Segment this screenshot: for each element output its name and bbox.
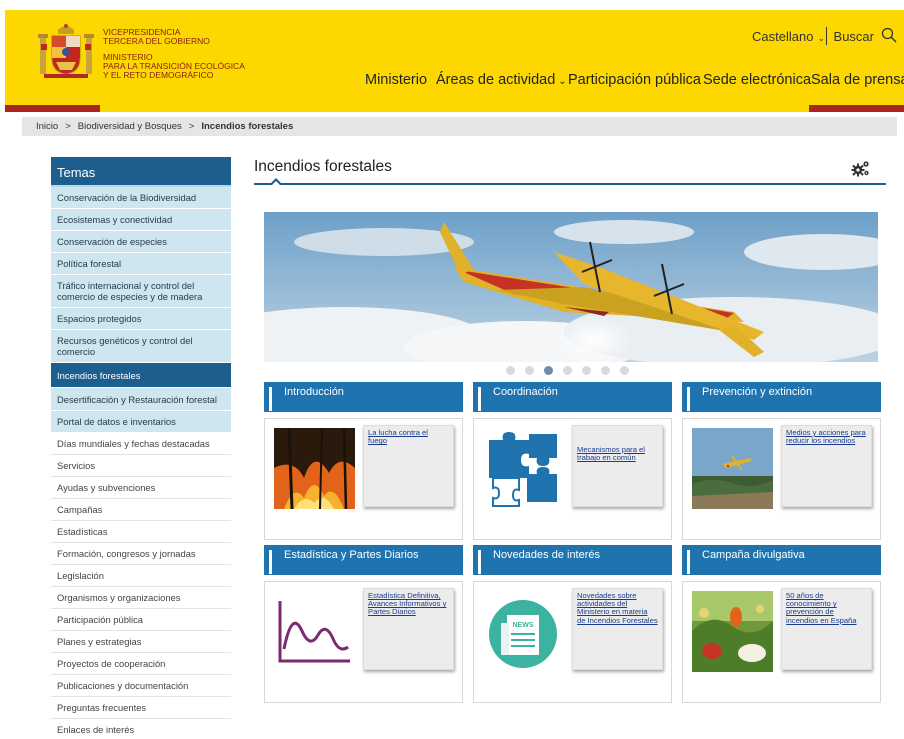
hero-carousel-image[interactable]	[264, 212, 878, 362]
search-icon[interactable]	[881, 27, 897, 43]
card-link[interactable]: Medios y acciones para reducir los incen…	[786, 428, 867, 445]
nav-areas-label: Áreas de actividad	[436, 72, 556, 88]
sidebar-item[interactable]: Conservación de especies	[51, 231, 231, 253]
sidebar-item[interactable]: Participación pública	[51, 609, 231, 631]
card-link[interactable]: Mecanismos para el trabajo en común	[577, 445, 658, 462]
breadcrumb: Inicio > Biodiversidad y Bosques > Incendios…	[22, 117, 897, 136]
search-link[interactable]: Buscar	[834, 29, 874, 44]
sidebar-item[interactable]: Enlaces de interés	[51, 719, 231, 739]
page-title: Incendios forestales	[254, 158, 392, 175]
card-note: La lucha contra el fuego	[363, 425, 454, 507]
sidebar-item[interactable]: Organismos y organizaciones	[51, 587, 231, 609]
sidebar-item[interactable]: Planes y estrategias	[51, 631, 231, 653]
news-icon[interactable]: NEWS	[483, 591, 564, 672]
puzzle-icon[interactable]	[483, 428, 564, 509]
red-stripe-left	[5, 105, 100, 112]
sidebar-title: Temas	[51, 157, 231, 187]
sidebar-topics: Temas Conservación de la Biodiversidad E…	[51, 157, 231, 739]
breadcrumb-separator: >	[188, 121, 195, 132]
nav-areas-actividad[interactable]: Áreas de actividad ⌄	[436, 72, 567, 88]
nav-sala-prensa[interactable]: Sala de prensa	[811, 72, 904, 88]
sidebar-item[interactable]: Proyectos de cooperación	[51, 653, 231, 675]
breadcrumb-biodiversidad[interactable]: Biodiversidad y Bosques	[78, 121, 182, 132]
title-underline	[254, 183, 886, 185]
card-title-coordinacion[interactable]: Coordinación	[473, 382, 672, 412]
breadcrumb-separator: >	[65, 121, 71, 132]
card-note: 50 años de conocimiento y prevención de …	[781, 588, 872, 670]
nav-participacion-publica[interactable]: Participación pública	[568, 72, 701, 88]
card-link[interactable]: 50 años de conocimiento y prevención de …	[786, 591, 867, 625]
ministry-name: VICEPRESIDENCIA TERCERA DEL GOBIERNO MIN…	[103, 28, 245, 80]
carousel-dot[interactable]	[601, 366, 610, 375]
header-divider	[826, 27, 827, 45]
card-link[interactable]: Novedades sobre actividades del Minister…	[577, 591, 658, 625]
news-icon-label: NEWS	[513, 622, 534, 629]
card-title-introduccion[interactable]: Introducción	[264, 382, 463, 412]
sidebar-item[interactable]: Estadísticas	[51, 521, 231, 543]
card-estadistica: Estadística Definitiva, Avances Informat…	[264, 581, 463, 703]
campaign-cartoon-photo[interactable]	[692, 591, 773, 672]
card-title-campana[interactable]: Campaña divulgativa	[682, 545, 881, 575]
card-note: Mecanismos para el trabajo en común	[572, 425, 663, 507]
red-stripe-right	[809, 105, 904, 112]
card-link[interactable]: Estadística Definitiva, Avances Informat…	[368, 591, 449, 617]
card-coordinacion: Mecanismos para el trabajo en común	[473, 418, 672, 540]
breadcrumb-inicio[interactable]: Inicio	[36, 121, 58, 132]
sidebar-item[interactable]: Publicaciones y documentación	[51, 675, 231, 697]
sidebar-item[interactable]: Conservación de la Biodiversidad	[51, 187, 231, 209]
card-novedades: NEWS Novedades sobre actividades del Min…	[473, 581, 672, 703]
card-note: Estadística Definitiva, Avances Informat…	[363, 588, 454, 670]
sidebar-item[interactable]: Legislación	[51, 565, 231, 587]
sidebar-item[interactable]: Días mundiales y fechas destacadas	[51, 433, 231, 455]
sidebar-item[interactable]: Servicios	[51, 455, 231, 477]
carousel-dot[interactable]	[525, 366, 534, 375]
breadcrumb-current: Incendios forestales	[201, 121, 294, 132]
sidebar-item[interactable]: Ayudas y subvenciones	[51, 477, 231, 499]
carousel-dot[interactable]	[620, 366, 629, 375]
seaplane-photo[interactable]	[692, 428, 773, 509]
carousel-dot-active[interactable]	[544, 366, 553, 375]
header-stripe	[5, 105, 904, 112]
gear-icon[interactable]	[851, 159, 871, 179]
sidebar-item[interactable]: Preguntas frecuentes	[51, 697, 231, 719]
line-graph-icon[interactable]	[274, 591, 355, 672]
card-campana: 50 años de conocimiento y prevención de …	[682, 581, 881, 703]
carousel-indicators	[506, 366, 629, 375]
sidebar-item[interactable]: Campañas	[51, 499, 231, 521]
sidebar-item[interactable]: Ecosistemas y conectividad	[51, 209, 231, 231]
chevron-down-icon: ⌄	[817, 33, 825, 43]
card-title-prevencion[interactable]: Prevención y extinción	[682, 382, 881, 412]
coat-of-arms-logo[interactable]	[38, 22, 94, 86]
sidebar-item[interactable]: Recursos genéticos y control del comerci…	[51, 330, 231, 363]
chevron-down-icon: ⌄	[558, 76, 567, 87]
carousel-dot[interactable]	[582, 366, 591, 375]
language-selector[interactable]: Castellano ⌄	[752, 29, 825, 44]
sidebar-item[interactable]: Formación, congresos y jornadas	[51, 543, 231, 565]
card-link[interactable]: La lucha contra el fuego	[368, 428, 449, 445]
language-label: Castellano	[752, 29, 814, 44]
ministry-line-3: Y EL RETO DEMOGRÁFICO	[103, 70, 214, 80]
card-prevencion: Medios y acciones para reducir los incen…	[682, 418, 881, 540]
sidebar-item[interactable]: Portal de datos e inventarios	[51, 411, 231, 433]
carousel-dot[interactable]	[506, 366, 515, 375]
forest-fire-photo[interactable]	[274, 428, 355, 509]
gov-line-2: TERCERA DEL GOBIERNO	[103, 36, 210, 46]
carousel-dot[interactable]	[563, 366, 572, 375]
sidebar-item[interactable]: Tráfico internacional y control del come…	[51, 275, 231, 308]
nav-ministerio[interactable]: Ministerio	[365, 72, 427, 88]
nav-sede-electronica[interactable]: Sede electrónica	[703, 72, 811, 88]
sidebar-item[interactable]: Política forestal	[51, 253, 231, 275]
card-introduccion: La lucha contra el fuego	[264, 418, 463, 540]
card-note: Medios y acciones para reducir los incen…	[781, 425, 872, 507]
sidebar-item[interactable]: Espacios protegidos	[51, 308, 231, 330]
card-title-estadistica[interactable]: Estadística y Partes Diarios	[264, 545, 463, 575]
card-note: Novedades sobre actividades del Minister…	[572, 588, 663, 670]
sidebar-item-active[interactable]: Incendios forestales	[51, 363, 231, 388]
card-title-novedades[interactable]: Novedades de interés	[473, 545, 672, 575]
sidebar-item[interactable]: Desertificación y Restauración forestal	[51, 388, 231, 411]
